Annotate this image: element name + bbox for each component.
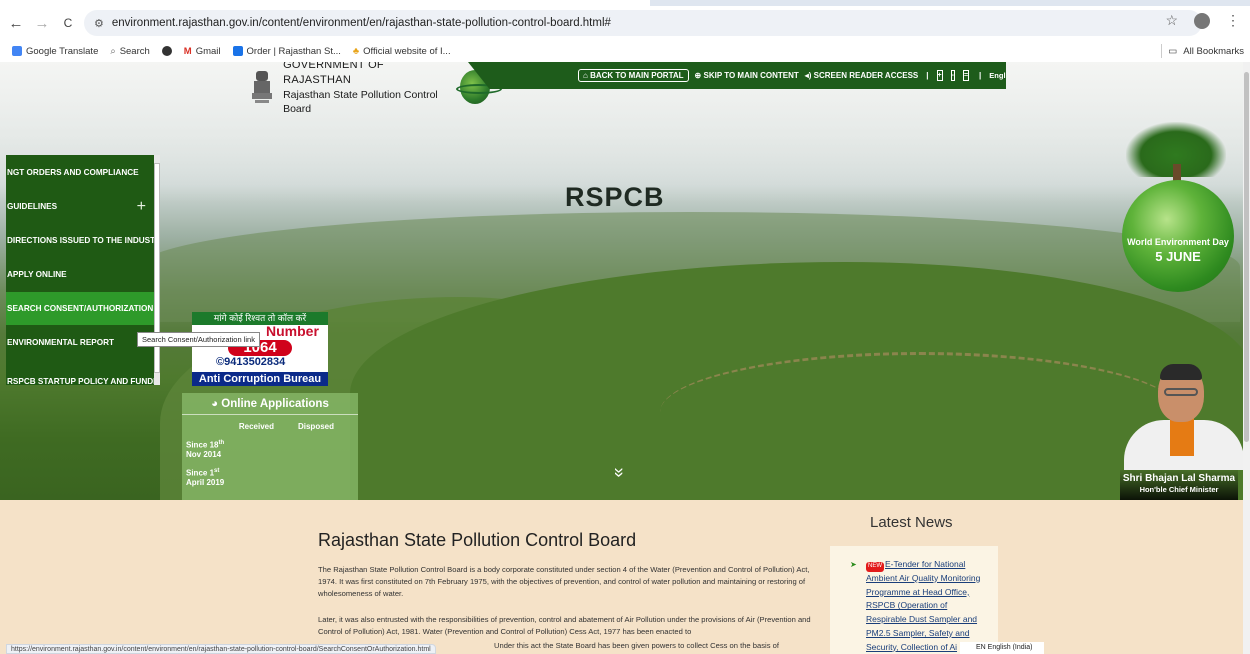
utility-bar: ⌂ BACK TO MAIN PORTAL ⊕ SKIP TO MAIN CON… (468, 62, 1006, 89)
page-viewport: GOVERNMENT OF RAJASTHAN Rajasthan State … (0, 62, 1243, 654)
anti-corruption-banner[interactable]: मांगे कोई रिश्वत तो कॉल करें Number 1064… (192, 312, 328, 386)
link-status-bar: https://environment.rajasthan.gov.in/con… (6, 644, 436, 654)
cm-hair (1160, 364, 1202, 380)
gov-header[interactable]: GOVERNMENT OF RAJASTHAN Rajasthan State … (250, 62, 503, 115)
emblem-icon: ♣ (352, 45, 360, 57)
font-reset-button[interactable]: - (950, 70, 955, 81)
board-subtitle: Rajasthan State Pollution Control Board (283, 88, 438, 115)
menu-item-environmental-report[interactable]: ENVIRONMENTAL REPORT+ (6, 326, 154, 359)
globe-icon (161, 46, 172, 56)
scroll-down-icon[interactable]: » (609, 467, 630, 477)
cm-role: Hon'ble Chief Minister (1139, 485, 1219, 494)
third-paragraph: Under this act the State Board has been … (494, 641, 779, 650)
page-title: Rajasthan State Pollution Control Board (318, 530, 637, 550)
address-bar[interactable]: ⚙ environment.rajasthan.gov.in/content/e… (84, 10, 1202, 36)
cm-scarf (1170, 416, 1194, 456)
reload-button[interactable]: C (58, 16, 78, 30)
received-header: Received (238, 422, 274, 431)
news-item[interactable]: NEW E-Tender for National Ambient Air Qua… (866, 558, 990, 654)
second-paragraph: Later, it was also entrusted with the re… (318, 615, 811, 637)
bookmarks-divider (1161, 44, 1163, 58)
latest-news-title: Latest News (870, 514, 953, 531)
environment-day-date: 5 JUNE (1155, 249, 1201, 264)
forward-button[interactable]: → (32, 15, 52, 32)
gmail-icon: M (183, 45, 192, 57)
chief-minister-photo (1124, 364, 1243, 470)
separator: | (979, 71, 982, 80)
font-increase-button[interactable]: + (936, 70, 943, 81)
skip-to-content-link[interactable]: ⊕ SKIP TO MAIN CONTENT (695, 71, 799, 80)
gov-title: GOVERNMENT OF RAJASTHAN (283, 62, 384, 86)
disposed-header: Disposed (297, 422, 334, 431)
menu-item-startup-policy[interactable]: RSPCB STARTUP POLICY AND FUNDING (6, 365, 160, 385)
back-to-portal-button[interactable]: ⌂ BACK TO MAIN PORTAL (578, 69, 689, 82)
font-decrease-button[interactable]: = (962, 70, 970, 81)
cm-glasses (1164, 388, 1198, 396)
winding-road (660, 352, 1180, 472)
document-icon (232, 46, 243, 56)
address-text: environment.rajasthan.gov.in/content/env… (111, 17, 611, 29)
intro-paragraph: The Rajasthan State Pollution Control Bo… (318, 565, 810, 599)
state-emblem-icon (250, 68, 273, 106)
menu-scrollbar[interactable] (154, 155, 160, 385)
screen-reader-link[interactable]: ◂) SCREEN READER ACCESS (805, 71, 919, 80)
browser-chrome: ← → C ⚙ environment.rajasthan.gov.in/con… (0, 0, 1250, 62)
bookmark-gmail[interactable]: M Gmail (184, 46, 221, 57)
acb-footer: Anti Corruption Bureau (192, 372, 328, 386)
folder-icon: ▭ (1168, 45, 1178, 57)
pie-chart-icon: ◕ (211, 398, 222, 410)
home-icon: ⌂ (583, 71, 591, 80)
online-apps-row-2014: Since 18th Nov 2014 (186, 440, 225, 459)
bookmark-star-icon[interactable]: ☆ (1165, 12, 1178, 29)
acb-toll-label: Number (266, 323, 319, 339)
main-content: Rajasthan State Pollution Control Board … (0, 500, 1243, 654)
latest-news-box: ➤ NEW E-Tender for National Ambient Air Q… (830, 546, 998, 654)
page-scrollbar[interactable] (1243, 62, 1250, 654)
hero-title: RSPCB (565, 182, 665, 212)
translate-icon (12, 46, 22, 56)
search-icon: ⌕ (110, 45, 116, 57)
menu-item-directions[interactable]: DIRECTIONS ISSUED TO THE INDUSTRIES (6, 224, 160, 257)
environment-day-badge: World Environment Day 5 JUNE (1118, 122, 1238, 292)
bookmark-search[interactable]: ⌕ Search (110, 46, 149, 57)
browser-toolbar: ← → C ⚙ environment.rajasthan.gov.in/con… (0, 6, 1250, 40)
bookmark-google-translate[interactable]: Google Translate (12, 46, 98, 57)
all-bookmarks-link[interactable]: All Bookmarks (1183, 46, 1244, 57)
globe-icon (1122, 180, 1234, 292)
menu-item-ngt-orders[interactable]: NGT ORDERS AND COMPLIANCE (6, 156, 154, 189)
online-applications-panel: ◕ Online Applications Received Disposed … (182, 393, 358, 501)
arrow-icon: ➤ (850, 560, 857, 569)
environment-day-label: World Environment Day (1127, 237, 1229, 247)
cm-name: Shri Bhajan Lal Sharma (1122, 473, 1236, 484)
expand-icon[interactable]: + (137, 198, 146, 216)
acb-phone: ©9413502834 (216, 356, 286, 368)
bookmark-order[interactable]: Order | Rajasthan St... (232, 46, 341, 57)
bookmark-official[interactable]: ♣ Official website of I... (353, 46, 451, 57)
menu-tooltip: Search Consent/Authorization link (137, 332, 260, 347)
online-apps-row-2019: Since 1st April 2019 (186, 468, 225, 487)
back-button[interactable]: ← (6, 15, 26, 32)
bookmarks-bar: Google Translate ⌕ Search M Gmail Order | … (0, 40, 1250, 62)
cm-caption: Shri Bhajan Lal Sharma Hon'ble Chief Min… (1120, 470, 1238, 500)
kebab-menu-icon[interactable]: ⋮ (1226, 12, 1240, 29)
site-info-icon[interactable]: ⚙ (94, 17, 104, 30)
menu-item-apply-online[interactable]: APPLY ONLINE (6, 258, 154, 291)
online-apps-title: ◕ Online Applications (182, 393, 358, 415)
new-badge: NEW (866, 562, 884, 572)
menu-item-search-consent[interactable]: SEARCH CONSENT/AUTHORIZATION (6, 292, 154, 325)
separator: | (926, 71, 929, 80)
menu-item-guidelines[interactable]: GUIDELINES + (6, 190, 154, 223)
input-language-indicator[interactable]: EN English (India) (960, 642, 1044, 654)
side-menu: NGT ORDERS AND COMPLIANCE GUIDELINES + DI… (6, 155, 160, 385)
bookmark-globe[interactable] (161, 46, 172, 56)
page-scroll-thumb[interactable] (1244, 72, 1249, 442)
profile-avatar[interactable] (1194, 12, 1210, 29)
